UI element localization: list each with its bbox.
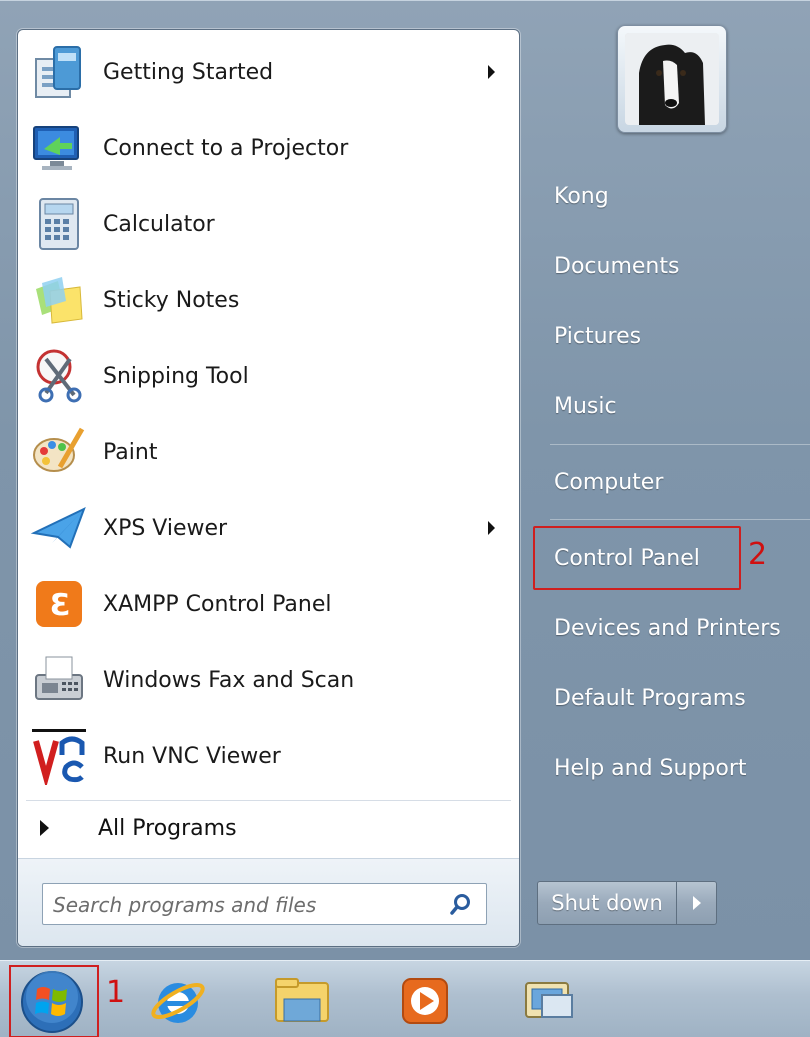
program-label: Connect to a Projector — [103, 135, 349, 161]
places-item-pictures[interactable]: Pictures — [533, 311, 803, 361]
user-avatar[interactable] — [617, 25, 727, 133]
program-item-xps-viewer[interactable]: XPS Viewer — [18, 490, 519, 566]
start-menu: Getting Started Connect to a Projector C… — [0, 0, 810, 960]
remote-desktop-icon[interactable] — [520, 971, 580, 1031]
search-input[interactable]: Search programs and files — [42, 883, 487, 925]
separator — [550, 444, 810, 445]
annotation-marker-2: 2 — [748, 537, 768, 572]
program-label: Snipping Tool — [103, 363, 249, 389]
program-label: Paint — [103, 439, 158, 465]
all-programs-label: All Programs — [98, 815, 237, 841]
program-item-getting-started[interactable]: Getting Started — [18, 34, 519, 110]
program-list-pane: Getting Started Connect to a Projector C… — [17, 29, 520, 947]
program-item-sticky-notes[interactable]: Sticky Notes — [18, 262, 519, 338]
places-item-user[interactable]: Kong — [533, 171, 803, 221]
program-label: Run VNC Viewer — [103, 743, 281, 769]
calculator-icon — [39, 198, 79, 250]
search-icon[interactable] — [450, 893, 472, 915]
submenu-arrow-icon[interactable] — [488, 521, 495, 535]
program-label: XAMPP Control Panel — [103, 591, 332, 617]
fax-scan-icon — [35, 656, 83, 700]
program-item-snipping-tool[interactable]: Snipping Tool — [18, 338, 519, 414]
program-label: XPS Viewer — [103, 515, 228, 541]
all-programs-button[interactable]: All Programs — [18, 806, 519, 850]
annotation-marker-1: 1 — [106, 975, 126, 1010]
taskbar: 1 — [0, 960, 810, 1037]
program-item-connect-projector[interactable]: Connect to a Projector — [18, 110, 519, 186]
paint-icon — [33, 427, 85, 472]
snipping-tool-icon — [36, 349, 82, 403]
program-label: Calculator — [103, 211, 215, 237]
divider — [26, 800, 511, 801]
program-item-paint[interactable]: Paint — [18, 414, 519, 490]
getting-started-icon — [35, 46, 81, 98]
program-item-vnc[interactable]: Run VNC Viewer — [18, 718, 519, 794]
submenu-arrow-icon[interactable] — [488, 65, 495, 79]
projector-icon — [33, 126, 79, 170]
avatar-photo — [625, 33, 719, 125]
search-placeholder: Search programs and files — [53, 893, 317, 917]
program-label: Sticky Notes — [103, 287, 240, 313]
dog-photo-icon — [625, 33, 719, 125]
separator — [550, 519, 810, 520]
program-label: Getting Started — [103, 59, 274, 85]
places-item-computer[interactable]: Computer — [533, 457, 803, 507]
places-item-documents[interactable]: Documents — [533, 241, 803, 291]
chevron-right-icon — [692, 896, 701, 910]
places-item-help-support[interactable]: Help and Support — [533, 743, 803, 793]
shutdown-options-button[interactable] — [677, 881, 717, 925]
shutdown-group: Shut down — [537, 881, 717, 925]
xps-viewer-icon — [30, 507, 86, 549]
sticky-notes-icon — [36, 277, 83, 324]
xampp-icon: ℇ — [36, 581, 82, 627]
vnc-icon — [32, 729, 86, 785]
program-label: Windows Fax and Scan — [103, 667, 355, 693]
windows-explorer-icon[interactable] — [272, 971, 332, 1031]
places-item-devices-printers[interactable]: Devices and Printers — [533, 603, 803, 653]
expand-arrow-icon — [40, 820, 49, 836]
media-player-icon[interactable] — [395, 971, 455, 1031]
start-button-highlight — [9, 965, 99, 1037]
program-item-calculator[interactable]: Calculator — [18, 186, 519, 262]
places-item-default-programs[interactable]: Default Programs — [533, 673, 803, 723]
internet-explorer-icon[interactable] — [148, 971, 208, 1031]
shutdown-button[interactable]: Shut down — [537, 881, 677, 925]
control-panel-highlight — [533, 526, 741, 590]
svg-text:ℇ: ℇ — [50, 588, 69, 623]
places-item-music[interactable]: Music — [533, 381, 803, 431]
search-area: Search programs and files — [18, 858, 519, 946]
places-pane: Kong Documents Pictures Music Computer C… — [520, 1, 810, 961]
program-item-xampp[interactable]: ℇ XAMPP Control Panel — [18, 566, 519, 642]
program-item-fax-scan[interactable]: Windows Fax and Scan — [18, 642, 519, 718]
